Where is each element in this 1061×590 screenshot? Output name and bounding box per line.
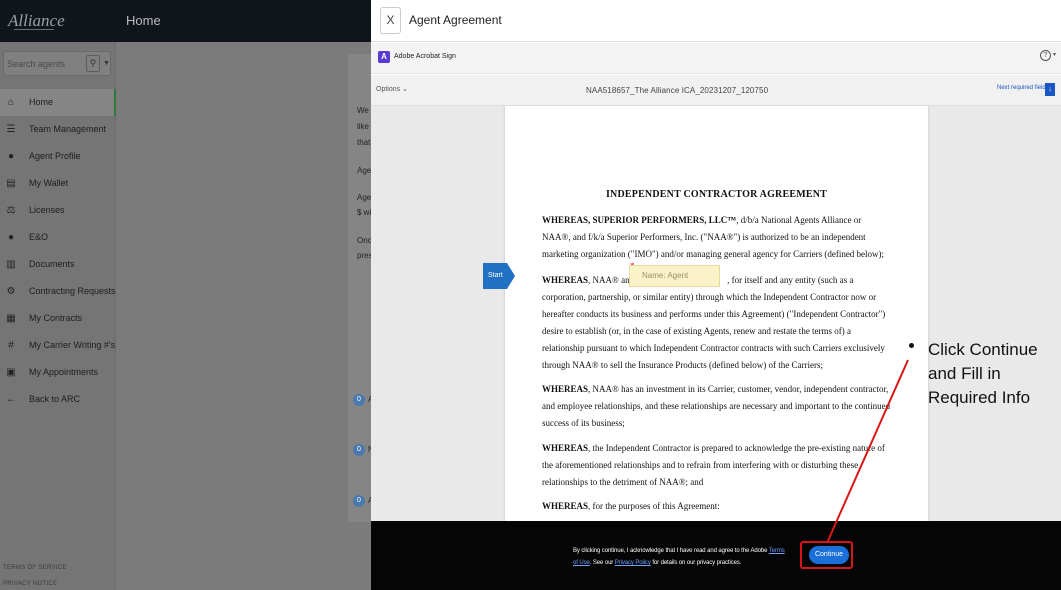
chevron-down-icon[interactable]: ▼ [103,55,111,72]
count-badge: 0 [353,394,365,406]
privacy-notice-link[interactable]: PRIVACY NOTICE [3,581,57,587]
sidebar-item-home[interactable]: ⌂ Home [0,89,116,116]
sidebar-item-label: Documents [29,259,75,269]
hash-icon: # [8,340,14,351]
paragraph-text: , NAA® and [588,275,635,285]
consent-text-part: for details on our privacy practices. [652,560,742,566]
sidebar: ⚲ ▼ ⌂ Home ☰ Team Management ● Agent Pro… [0,42,116,590]
sidebar-item-label: Back to ARC [29,394,81,404]
sidebar-item-label: My Appointments [29,367,99,377]
sidebar-item-label: Home [29,97,54,107]
paragraph: WHEREAS, for the purposes of this Agreem… [542,498,892,515]
name-field[interactable]: Name: Agent [629,265,720,287]
agent-agreement-modal: X Agent Agreement A Adobe Acrobat Sign ?… [371,0,1061,590]
logo-text: Alliance [8,11,65,30]
alliance-logo[interactable]: Alliance [8,4,65,38]
paragraph-text: , for the purposes of this Agreement: [588,501,720,511]
sidebar-item-my-appointments[interactable]: ▣ My Appointments [0,359,116,386]
paragraph: WHEREAS, SUPERIOR PERFORMERS, LLC™, d/b/… [542,212,892,263]
consent-text: By clicking continue, I acknowledge that… [573,545,788,569]
acrobat-sign-name: Adobe Acrobat Sign [394,53,456,60]
contract-icon: ▦ [6,313,16,324]
paragraph: WHEREAS, the Independent Contractor is p… [542,440,892,491]
shield-icon: ● [7,232,15,243]
chevron-down-icon[interactable]: ▾ [1053,51,1056,58]
sidebar-item-contracting-requests[interactable]: ⚙ Contracting Requests [0,278,116,305]
gavel-icon: ⚖ [6,205,16,216]
sidebar-item-team-management[interactable]: ☰ Team Management [0,116,116,143]
modal-header: X Agent Agreement [371,0,1061,42]
search-icon[interactable]: ⚲ [86,55,100,72]
document-toolbar: Options ⌄ NAA518657_The Alliance ICA_202… [371,75,1061,106]
sidebar-item-my-contracts[interactable]: ▦ My Contracts [0,305,116,332]
team-icon: ☰ [6,124,16,135]
paragraph-lead: WHEREAS [542,443,589,453]
annotation-text: Click Continue and Fill in Required Info [928,340,1038,407]
consent-text-part: By clicking continue, I acknowledge that… [573,548,768,554]
paragraph-lead: WHEREAS, SUPERIOR PERFORMERS, LLC™ [542,215,737,225]
sidebar-item-label: My Wallet [29,178,69,188]
modal-title: Agent Agreement [409,13,502,27]
arrow-down-icon[interactable]: ↓ [1045,83,1055,96]
consent-text-part: . See our [589,560,614,566]
document-page: INDEPENDENT CONTRACTOR AGREEMENT WHEREAS… [505,106,928,521]
paragraph-lead: WHEREAS [542,275,589,285]
screen: Alliance Home ⚲ ▼ ⌂ Home ☰ Team Manageme… [0,0,1061,590]
acrobat-sign-icon: A [378,51,390,63]
arrow-left-icon: ← [6,394,16,405]
sidebar-item-licenses[interactable]: ⚖ Licenses [0,197,116,224]
home-icon: ⌂ [7,97,15,108]
paragraph-lead: WHEREAS [542,384,589,394]
terms-of-service-link[interactable]: TERMS OF SERVICE [3,565,67,571]
sidebar-item-label: Team Management [29,124,107,134]
sidebar-item-my-wallet[interactable]: ▤ My Wallet [0,170,116,197]
sidebar-item-label: My Contracts [29,313,83,323]
start-arrow-tip[interactable] [507,263,515,289]
options-menu[interactable]: Options ⌄ [376,85,408,93]
document-name: NAA518657_The Alliance ICA_20231207_1207… [586,86,769,95]
clipboard-icon: ▣ [6,367,16,378]
paragraph-lead: WHEREAS [542,501,589,511]
sidebar-item-label: Licenses [29,205,65,215]
request-icon: ⚙ [6,286,16,297]
sidebar-item-documents[interactable]: ▥ Documents [0,251,116,278]
paragraph-text: , for itself and any entity (such as a c… [542,275,886,370]
search-input[interactable] [7,57,77,71]
sidebar-item-carrier-writing[interactable]: # My Carrier Writing #'s [0,332,116,359]
close-button[interactable]: X [380,7,401,34]
sidebar-item-label: My Carrier Writing #'s [29,340,116,350]
sidebar-item-eo[interactable]: ● E&O [0,224,116,251]
continue-highlight-box [800,541,853,569]
document-heading: INDEPENDENT CONTRACTOR AGREEMENT [605,189,828,200]
annotation-bullet [909,343,914,348]
person-icon: ● [7,151,15,162]
sidebar-item-label: Agent Profile [29,151,81,161]
count-badge: 0 [353,444,365,456]
sidebar-item-agent-profile[interactable]: ● Agent Profile [0,143,116,170]
wallet-icon: ▤ [6,178,16,189]
card-text: that [357,138,371,147]
paragraph: WHEREAS, NAA® has an investment in its C… [542,381,892,432]
count-badge: 0 [353,495,365,507]
start-button[interactable]: Start [483,263,507,289]
consent-footer: By clicking continue, I acknowledge that… [371,521,1061,590]
main-content [116,42,371,590]
paragraph-text: , NAA® has an investment in its Carrier,… [542,384,891,428]
acrobat-sign-bar: A Adobe Acrobat Sign ? ▾ [371,43,1061,74]
document-viewer[interactable]: INDEPENDENT CONTRACTOR AGREEMENT WHEREAS… [371,106,1061,521]
privacy-policy-link[interactable]: Privacy Policy [615,560,651,566]
paragraph-text: , the Independent Contractor is prepared… [542,443,885,487]
page-title: Home [126,13,161,28]
agent-search: ⚲ ▼ [3,51,111,76]
documents-icon: ▥ [6,259,16,270]
sidebar-item-label: E&O [29,232,49,242]
sidebar-item-back-to-arc[interactable]: ← Back to ARC [0,386,116,413]
paragraph: WHEREAS, NAA® and, for itself and any en… [542,272,892,374]
sidebar-item-label: Contracting Requests [29,286,116,296]
next-required-field-link[interactable]: Next required field [997,85,1046,91]
help-icon[interactable]: ? [1040,50,1051,61]
